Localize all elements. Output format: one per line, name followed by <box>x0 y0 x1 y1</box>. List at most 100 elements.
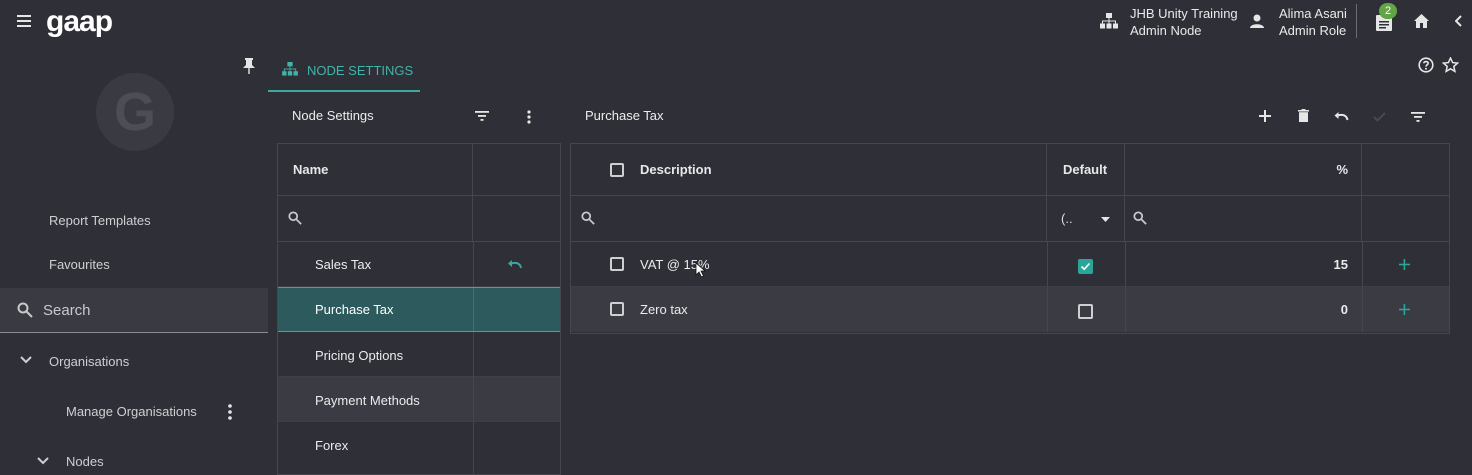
help-icon[interactable] <box>1418 57 1434 73</box>
filter-cell-empty <box>473 196 560 242</box>
list-item-label: Forex <box>315 438 349 453</box>
select-all-checkbox[interactable] <box>610 163 624 177</box>
right-panel-title: Purchase Tax <box>585 108 664 123</box>
default-checkbox[interactable] <box>1078 259 1093 274</box>
column-header-percent[interactable]: % <box>1125 144 1362 196</box>
column-divider <box>473 377 474 422</box>
search-icon <box>581 211 595 225</box>
row-description: Zero tax <box>640 302 688 317</box>
notification-badge: 2 <box>1379 3 1397 19</box>
column-divider <box>1125 242 1126 287</box>
list-item[interactable]: Pricing Options <box>278 332 560 377</box>
chevron-left-icon[interactable] <box>1455 15 1463 27</box>
sidebar-item-organisations[interactable]: Organisations <box>49 354 129 369</box>
row-percent: 15 <box>1333 257 1348 272</box>
column-divider <box>1047 242 1048 287</box>
more-vert-icon[interactable] <box>228 404 232 420</box>
column-header-name[interactable]: Name <box>278 144 473 196</box>
default-filter-value: (.. <box>1061 211 1073 226</box>
description-filter-input[interactable] <box>571 196 1047 242</box>
search-label: Search <box>43 302 91 319</box>
add-icon[interactable] <box>1259 110 1271 122</box>
column-divider <box>1125 287 1126 332</box>
mouse-cursor-icon <box>695 262 706 278</box>
row-select-checkbox[interactable] <box>610 302 624 316</box>
brand-watermark-logo: G <box>96 73 174 151</box>
column-divider <box>473 288 474 331</box>
undo-icon[interactable] <box>508 260 522 269</box>
node-name: JHB Unity Training <box>1130 6 1238 21</box>
star-icon[interactable] <box>1442 57 1459 73</box>
chevron-down-icon[interactable] <box>37 457 49 465</box>
table-row[interactable]: Zero tax 0 <box>571 287 1449 332</box>
tab-label: NODE SETTINGS <box>307 63 414 78</box>
undo-icon[interactable] <box>1334 112 1349 121</box>
column-header-description[interactable]: Description <box>571 144 1047 196</box>
list-item[interactable]: Forex <box>278 422 560 474</box>
pin-icon[interactable] <box>243 58 255 74</box>
table-row[interactable]: VAT @ 15% 15 <box>571 242 1449 287</box>
sitemap-icon <box>282 62 298 76</box>
check-icon <box>1373 112 1386 122</box>
column-header-label: % <box>1336 162 1348 177</box>
sidebar-item-report-templates[interactable]: Report Templates <box>49 213 151 228</box>
column-divider <box>1047 287 1048 332</box>
app-header: gaap JHB Unity Training Admin Node Alima… <box>0 0 1472 44</box>
sitemap-icon <box>1100 13 1118 29</box>
list-item-selected[interactable]: Purchase Tax <box>278 287 560 332</box>
percent-filter-input[interactable] <box>1125 196 1362 242</box>
row-percent: 0 <box>1340 302 1348 317</box>
column-divider <box>1362 242 1363 287</box>
tab-node-settings[interactable]: NODE SETTINGS <box>268 52 420 92</box>
filter-cell-empty <box>1362 196 1449 242</box>
sidebar-item-favourites[interactable]: Favourites <box>49 257 110 272</box>
list-item-label: Purchase Tax <box>315 302 394 317</box>
node-type: Admin Node <box>1130 23 1202 38</box>
column-header-label: Default <box>1063 162 1108 177</box>
column-divider <box>1362 287 1363 332</box>
filter-icon[interactable] <box>475 111 489 121</box>
node-settings-grid: Name Sales Tax Purchase Tax Pricing Opti… <box>277 143 561 475</box>
filter-icon[interactable] <box>1411 112 1425 122</box>
column-divider <box>473 422 474 474</box>
column-header-label: Description <box>640 162 712 177</box>
app-logo[interactable]: gaap <box>46 5 113 39</box>
add-icon[interactable] <box>1399 304 1410 315</box>
sidebar-item-manage-organisations[interactable]: Manage Organisations <box>66 404 197 419</box>
default-checkbox[interactable] <box>1078 304 1093 319</box>
column-header-actions <box>473 144 560 196</box>
header-divider <box>1356 4 1357 38</box>
default-filter-select[interactable]: (.. <box>1047 196 1125 242</box>
list-item-label: Pricing Options <box>315 348 404 363</box>
sidebar-item-nodes[interactable]: Nodes <box>66 454 104 469</box>
row-select-checkbox[interactable] <box>610 257 624 271</box>
search-icon <box>17 302 33 318</box>
list-item[interactable]: Payment Methods <box>278 377 560 422</box>
column-header-label: Name <box>293 162 329 177</box>
add-icon[interactable] <box>1399 259 1410 270</box>
person-icon <box>1250 14 1264 28</box>
delete-icon[interactable] <box>1298 109 1309 122</box>
search-icon <box>288 211 302 225</box>
column-header-actions <box>1362 144 1449 196</box>
column-header-default[interactable]: Default <box>1047 144 1125 196</box>
list-item-label: Sales Tax <box>315 257 372 272</box>
dropdown-arrow-icon <box>1101 217 1110 222</box>
purchase-tax-grid: Description Default % (.. VAT @ 15% 15 Z… <box>570 143 1450 334</box>
more-vert-icon[interactable] <box>527 110 531 124</box>
menu-icon[interactable] <box>17 14 33 28</box>
node-switcher[interactable]: JHB Unity Training Admin Node <box>1130 5 1238 39</box>
left-panel-title: Node Settings <box>292 108 374 123</box>
user-menu[interactable]: Alima Asani Admin Role <box>1279 5 1347 39</box>
list-item-label: Payment Methods <box>315 393 420 408</box>
name-filter-input[interactable] <box>278 196 473 242</box>
list-item[interactable]: Sales Tax <box>278 242 560 287</box>
home-icon[interactable] <box>1414 14 1429 28</box>
column-divider <box>473 242 474 287</box>
search-icon <box>1133 211 1147 225</box>
column-divider <box>473 332 474 377</box>
user-name: Alima Asani <box>1279 6 1347 21</box>
sidebar-search[interactable]: Search <box>0 288 268 333</box>
chevron-down-icon[interactable] <box>20 356 32 364</box>
user-role: Admin Role <box>1279 23 1347 38</box>
